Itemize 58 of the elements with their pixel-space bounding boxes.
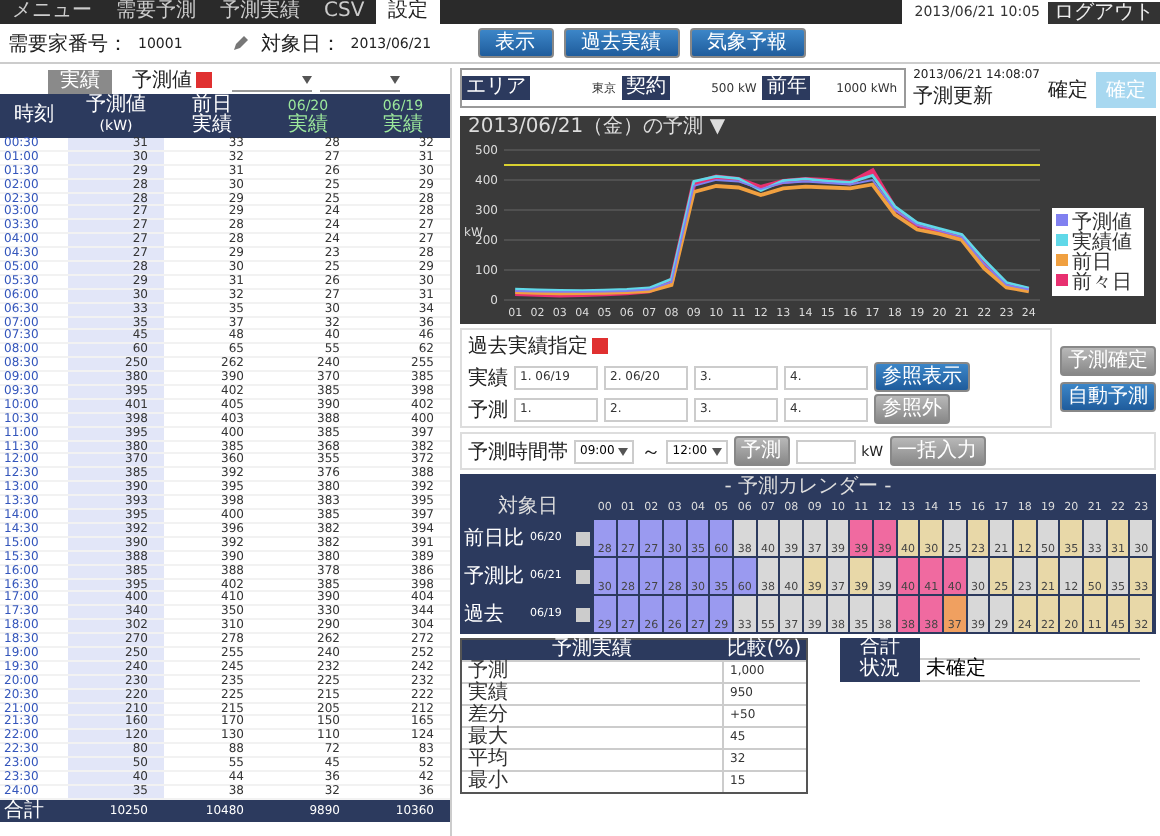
info-label: エリア	[462, 76, 530, 100]
row-label: 最大	[462, 726, 722, 748]
header-text: 時刻	[14, 106, 54, 126]
action-button[interactable]: 自動予測	[1060, 381, 1156, 411]
row-label: 過去	[464, 601, 506, 630]
calendar-title: - 予測カレンダー -	[722, 476, 894, 498]
caret-icon	[711, 447, 722, 455]
reference-button[interactable]: 参照表示	[874, 362, 970, 392]
chart-title[interactable]: 2013/06/21（金）の予測 ▼	[460, 116, 1156, 140]
logout-button[interactable]: ログアウト	[1048, 1, 1160, 23]
column-header: 対象日	[496, 498, 560, 518]
field-label: 需要家番号：	[8, 31, 128, 57]
caret-icon	[302, 76, 312, 84]
header-text: 前日	[192, 96, 232, 116]
total-label: 合計	[0, 799, 68, 822]
select-field[interactable]	[320, 71, 400, 91]
info-label: 前年	[762, 76, 811, 100]
field-label: 対象日：	[260, 31, 341, 57]
legend-label: 前々日	[1072, 272, 1132, 294]
section-title: 過去実績指定	[468, 332, 1044, 360]
column-header: 比較(%)	[722, 640, 806, 660]
legend-label: 実績値	[1072, 232, 1132, 254]
nav-tab[interactable]: 需要予測	[104, 0, 208, 24]
section-title: 予測時間帯	[468, 439, 568, 465]
legend-label: 前日	[1072, 252, 1112, 274]
nav-tab[interactable]: メニュー	[0, 0, 104, 24]
header-text: 実績	[192, 116, 232, 136]
row-label: 予測	[462, 660, 722, 682]
row-label: 差分	[462, 704, 722, 726]
row-label: 予測	[468, 397, 508, 423]
row-label: 最小	[462, 770, 722, 792]
toolbar-button[interactable]: 表示	[477, 28, 554, 58]
view-tab[interactable]: 予測値	[120, 69, 224, 93]
column-header: 予測実績	[462, 640, 722, 660]
value-field[interactable]	[795, 439, 856, 463]
legend-background	[1052, 208, 1144, 296]
row-label: 実績	[468, 365, 508, 391]
range-separator: ～	[640, 439, 661, 465]
update-label: 予測更新	[913, 83, 996, 110]
legend-label: 予測値	[1072, 212, 1132, 234]
caret-icon	[390, 76, 400, 84]
header-text: 実績	[383, 116, 423, 136]
nav-tab[interactable]: CSV	[312, 0, 377, 24]
info-label: 契約	[622, 76, 671, 100]
toolbar-button[interactable]: 過去実績	[563, 28, 680, 58]
confirm-label: 確定	[1048, 77, 1088, 104]
row-label: 平均	[462, 748, 722, 770]
pencil-icon[interactable]	[232, 34, 251, 52]
toolbar-button[interactable]: 気象予報	[689, 28, 806, 58]
status-value: 未確定	[920, 660, 1140, 682]
header-text: 実績	[288, 116, 328, 136]
caret-icon	[618, 447, 629, 455]
header-text: 予測値	[86, 96, 146, 116]
row-label: 実績	[462, 682, 722, 704]
row-label: 前日比	[464, 525, 526, 554]
status-label: 状況	[840, 660, 920, 682]
select-field[interactable]	[232, 71, 312, 91]
row-label: 予測比	[464, 563, 526, 592]
